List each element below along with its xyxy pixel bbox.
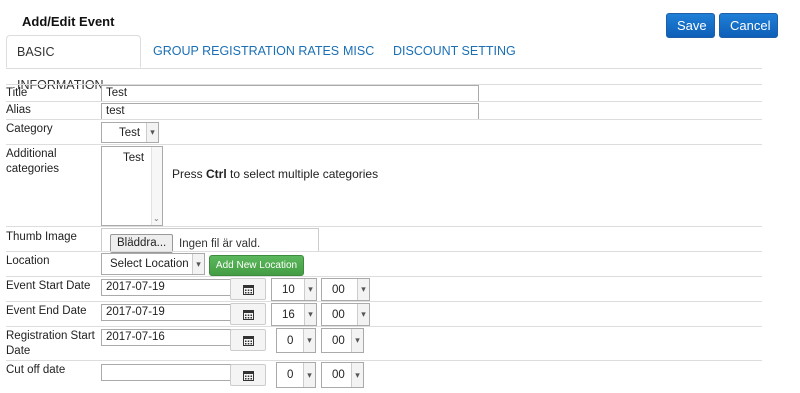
tab-misc[interactable]: MISC xyxy=(343,35,374,68)
tab-basic-information[interactable]: BASIC INFORMATION xyxy=(6,35,141,92)
add-new-location-button[interactable]: Add New Location xyxy=(209,255,304,276)
cut-off-date-label: Cut off date xyxy=(6,364,66,376)
tab-group-registration-rates[interactable]: GROUP REGISTRATION RATES xyxy=(153,35,339,68)
event-start-hour-select[interactable]: 10 ▾ xyxy=(271,278,317,301)
chevron-down-icon: ⌄ xyxy=(153,214,160,223)
chevron-down-icon: ▾ xyxy=(357,304,369,325)
event-end-date-label: Event End Date xyxy=(6,305,87,317)
chevron-down-icon: ▾ xyxy=(303,329,315,352)
category-select[interactable]: Test ▾ xyxy=(101,122,159,143)
event-end-minute-select[interactable]: 00 ▾ xyxy=(321,303,370,326)
thumb-image-label: Thumb Image xyxy=(6,231,77,243)
form-row-category: Category Test ▾ xyxy=(6,119,762,145)
chevron-down-icon: ▾ xyxy=(351,363,363,387)
form-row-additional-categories: Additional categories Test ⌄ Press Ctrl … xyxy=(6,144,762,227)
form-row-registration-start-date: Registration Start Date 2017-07-16 0 ▾ 0… xyxy=(6,326,762,361)
form-row-event-start-date: Event Start Date 2017-07-19 10 ▾ 00 ▾ xyxy=(6,276,762,302)
category-label: Category xyxy=(6,123,53,135)
chevron-down-icon: ▾ xyxy=(192,254,204,274)
location-label: Location xyxy=(6,255,50,267)
calendar-icon[interactable] xyxy=(230,303,266,325)
calendar-icon[interactable] xyxy=(230,364,266,386)
event-start-date-input[interactable]: 2017-07-19 xyxy=(101,279,231,296)
event-end-date-input[interactable]: 2017-07-19 xyxy=(101,304,231,321)
chevron-down-icon: ▾ xyxy=(357,279,369,300)
form-row-cut-off-date: Cut off date 0 ▾ 00 ▾ xyxy=(6,360,762,393)
form-row-title: Title Test xyxy=(6,84,762,102)
alias-input[interactable]: test xyxy=(101,103,479,120)
form-row-alias: Alias test xyxy=(6,101,762,120)
event-start-minute-value: 00 xyxy=(332,283,345,296)
event-end-hour-value: 16 xyxy=(282,308,295,321)
form-row-thumb-image: Thumb Image Bläddra... Ingen fil är vald… xyxy=(6,226,762,253)
registration-start-date-input[interactable]: 2017-07-16 xyxy=(101,329,231,346)
event-start-hour-value: 10 xyxy=(282,283,295,296)
additional-categories-label: Additional categories xyxy=(6,148,60,175)
additional-categories-hint: Press Ctrl to select multiple categories xyxy=(172,167,379,181)
cut-off-minute-select[interactable]: 00 ▾ xyxy=(321,362,364,388)
tab-bar: BASIC INFORMATION GROUP REGISTRATION RAT… xyxy=(6,35,762,92)
form-row-event-end-date: Event End Date 2017-07-19 16 ▾ 00 ▾ xyxy=(6,301,762,327)
calendar-icon[interactable] xyxy=(230,278,266,300)
calendar-icon[interactable] xyxy=(230,329,266,351)
cut-off-date-input[interactable] xyxy=(101,364,231,381)
registration-start-hour-value: 0 xyxy=(287,334,294,347)
event-end-hour-select[interactable]: 16 ▾ xyxy=(271,303,317,326)
registration-start-hour-select[interactable]: 0 ▾ xyxy=(276,328,316,353)
chevron-down-icon: ▾ xyxy=(351,329,363,352)
title-input[interactable]: Test xyxy=(101,85,479,102)
registration-start-date-label: Registration Start Date xyxy=(6,330,95,357)
location-value: Select Location xyxy=(110,258,189,270)
title-label: Title xyxy=(6,87,28,99)
tab-discount-setting[interactable]: DISCOUNT SETTING xyxy=(393,35,516,68)
registration-start-minute-select[interactable]: 00 ▾ xyxy=(321,328,364,353)
chevron-down-icon: ▾ xyxy=(304,279,316,300)
location-select[interactable]: Select Location ▾ xyxy=(101,253,205,275)
alias-label: Alias xyxy=(6,104,31,116)
file-picker: Bläddra... Ingen fil är vald. xyxy=(101,228,319,253)
event-end-minute-value: 00 xyxy=(332,308,345,321)
page-title: Add/Edit Event xyxy=(22,14,115,29)
chevron-down-icon: ▾ xyxy=(146,123,158,142)
file-status: Ingen fil är vald. xyxy=(179,238,261,250)
additional-category-option[interactable]: Test xyxy=(123,152,144,164)
cut-off-minute-value: 00 xyxy=(332,369,345,381)
event-start-date-label: Event Start Date xyxy=(6,280,91,292)
event-start-minute-select[interactable]: 00 ▾ xyxy=(321,278,370,301)
cut-off-hour-select[interactable]: 0 ▾ xyxy=(276,362,316,388)
listbox-scrollbar[interactable]: ⌄ xyxy=(151,147,162,225)
chevron-down-icon: ▾ xyxy=(303,363,315,387)
registration-start-minute-value: 00 xyxy=(332,334,345,347)
category-value: Test xyxy=(119,126,141,139)
additional-categories-listbox[interactable]: Test ⌄ xyxy=(101,146,163,226)
form-row-location: Location Select Location ▾ Add New Locat… xyxy=(6,251,762,277)
cut-off-hour-value: 0 xyxy=(287,369,294,381)
chevron-down-icon: ▾ xyxy=(304,304,316,325)
